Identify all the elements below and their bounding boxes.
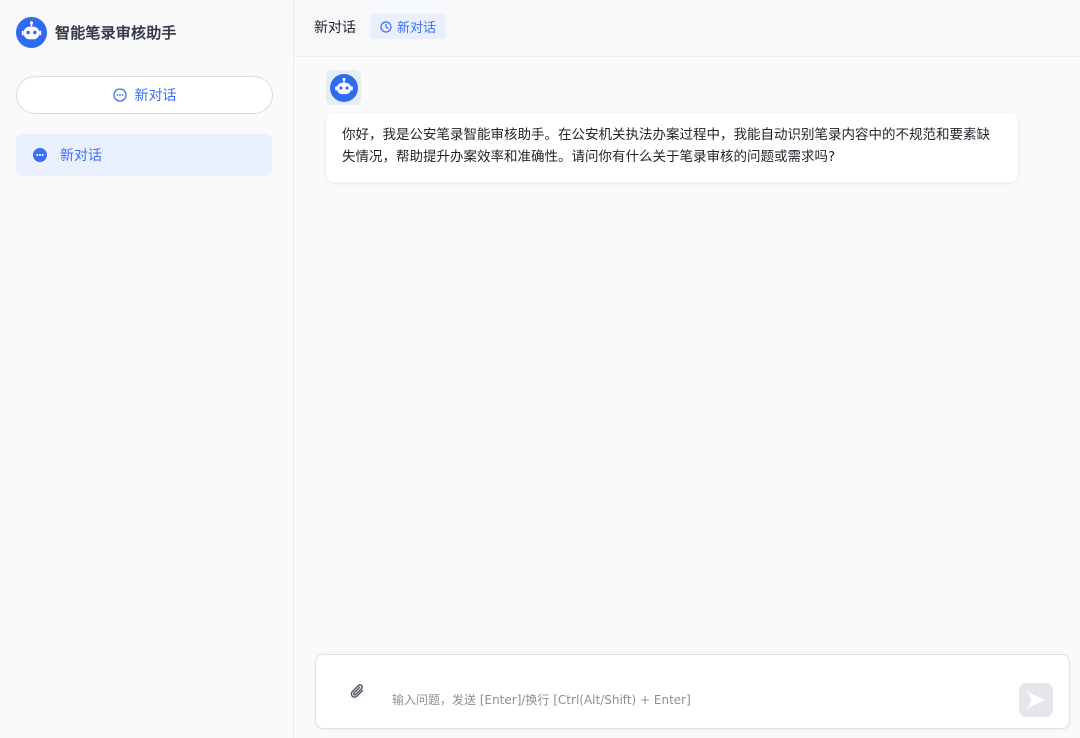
- chat-bubble-icon: [112, 88, 127, 102]
- history-tag[interactable]: 新对话: [370, 14, 447, 39]
- send-icon: [1028, 692, 1045, 708]
- sidebar: 智能笔录审核助手 新对话 新对话: [0, 0, 294, 738]
- chat-dots-icon: [33, 148, 47, 162]
- app-title: 智能笔录审核助手: [55, 24, 177, 42]
- chat-input[interactable]: 输入问题，发送 [Enter]/换行 [Ctrl(Alt/Shift) + En…: [315, 654, 1070, 729]
- paperclip-icon[interactable]: [348, 681, 368, 701]
- page-title: 新对话: [314, 20, 356, 36]
- new-chat-label: 新对话: [134, 88, 177, 104]
- brand: 智能笔录审核助手: [16, 17, 177, 48]
- send-button[interactable]: [1019, 683, 1053, 717]
- conversation-item[interactable]: 新对话: [16, 134, 272, 176]
- input-placeholder: 输入问题，发送 [Enter]/换行 [Ctrl(Alt/Shift) + En…: [392, 693, 691, 707]
- new-chat-button[interactable]: 新对话: [16, 76, 273, 114]
- chat-area: 你好，我是公安笔录智能审核助手。在公安机关执法办案过程中，我能自动识别笔录内容中…: [294, 57, 1080, 648]
- robot-icon: [16, 17, 47, 48]
- main-panel: 新对话 新对话 你好，我是公安笔录智能审核助手。在公安机关执法办案过程中，我能自…: [294, 0, 1080, 738]
- history-tag-label: 新对话: [397, 21, 437, 36]
- robot-icon: [329, 73, 358, 102]
- clock-icon: [380, 20, 392, 33]
- app-root: 智能笔录审核助手 新对话 新对话 新对话 新对话 你好，我是公安笔录智能审核助手…: [0, 0, 1080, 738]
- assistant-message: 你好，我是公安笔录智能审核助手。在公安机关执法办案过程中，我能自动识别笔录内容中…: [326, 113, 1018, 182]
- topbar: 新对话 新对话: [294, 0, 1080, 57]
- avatar: [326, 70, 361, 105]
- conversation-label: 新对话: [60, 148, 102, 164]
